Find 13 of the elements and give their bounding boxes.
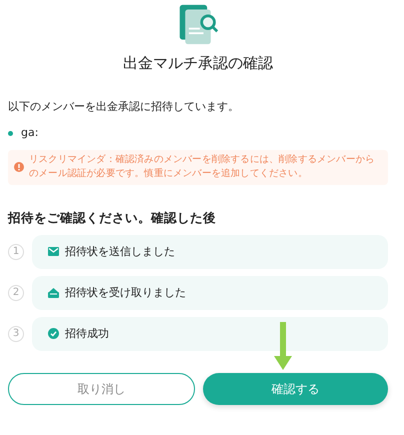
member-name: ga:: [21, 125, 38, 141]
warning-text: リスクリマインダ：確認済みのメンバーを削除するには、削除するメンバーからのメール認証が必要です。慎重にメンバーを追加してください。: [29, 152, 376, 182]
cancel-button[interactable]: 取り消し: [8, 372, 195, 405]
steps-heading: 招待をご確認ください。確認した後: [8, 209, 217, 228]
step-number: 1: [8, 244, 24, 260]
dialog-title: 出金マルチ承認の確認: [122, 53, 274, 74]
step-number: 2: [8, 284, 24, 301]
step-label: 招待成功: [65, 326, 109, 342]
intro-text: 以下のメンバーを出金承認に招待しています。: [8, 98, 240, 114]
step-label: 招待状を送信しました: [65, 244, 175, 260]
step-label: 招待状を受け取りました: [65, 284, 186, 301]
step-number: 3: [8, 326, 24, 342]
confirm-button[interactable]: 確認する: [203, 372, 388, 405]
